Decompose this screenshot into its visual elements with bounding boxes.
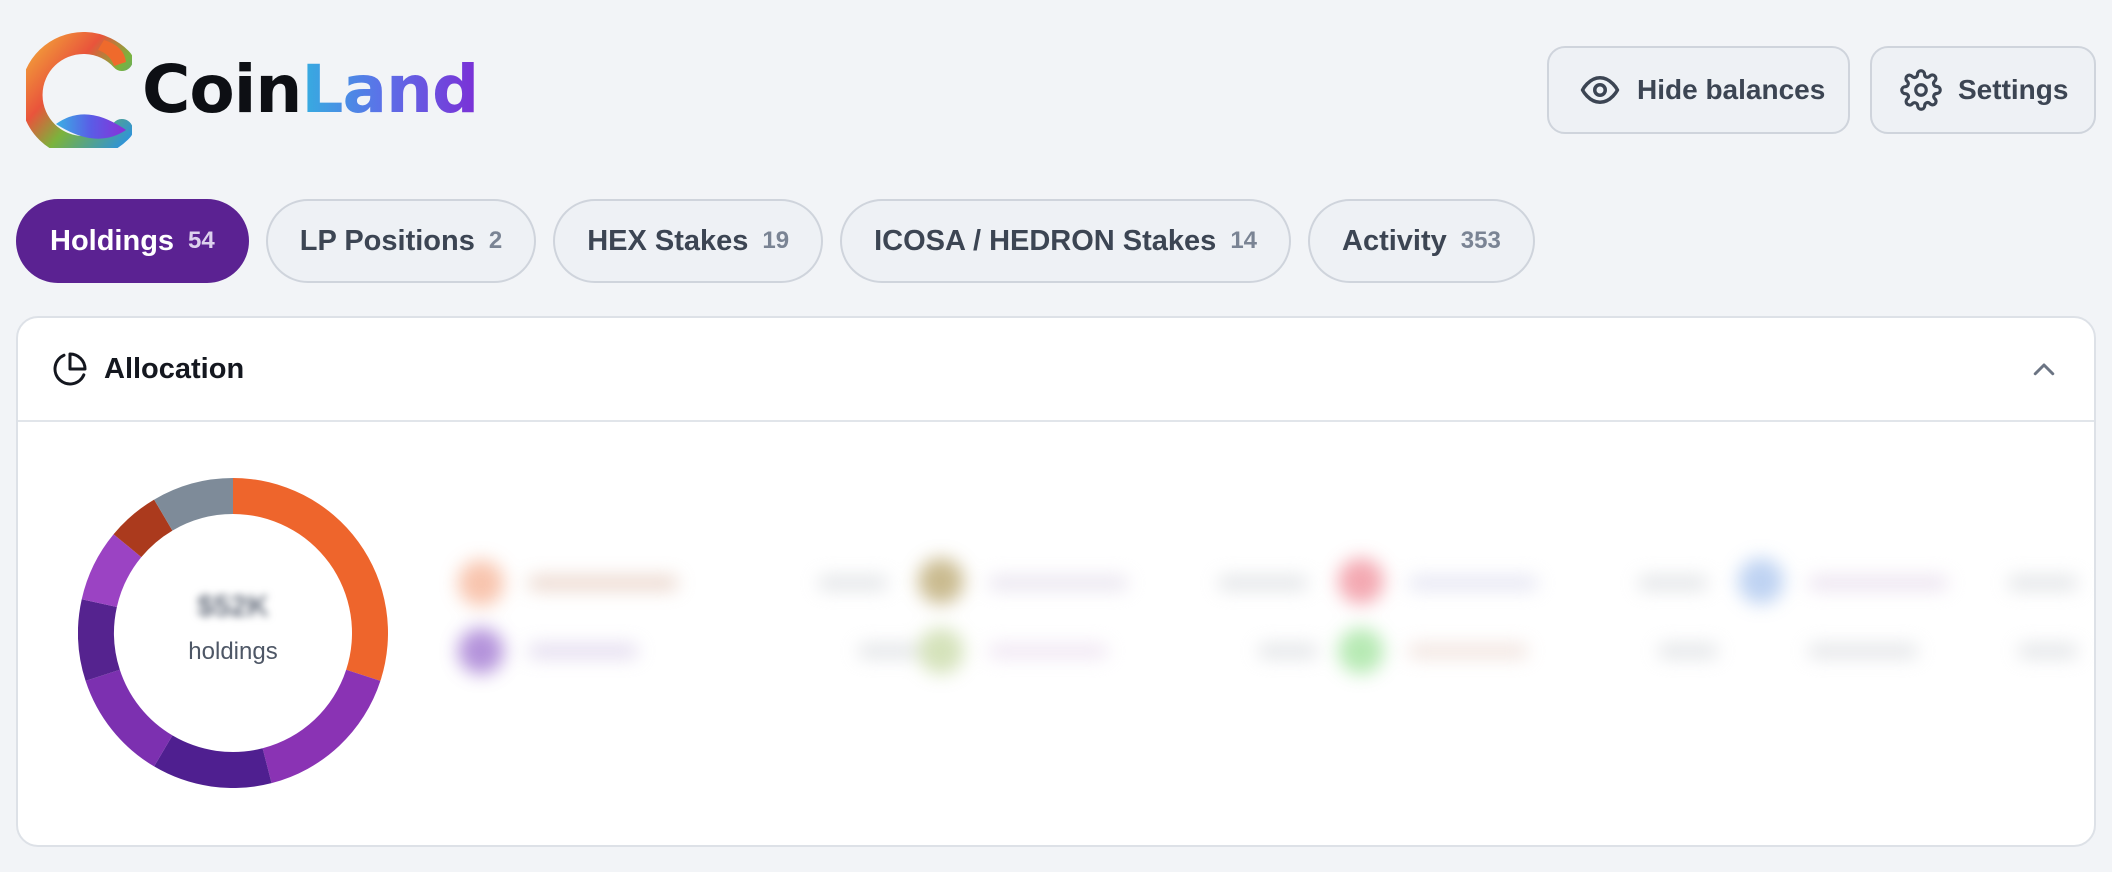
legend-token-text xyxy=(2018,644,2078,658)
app-header: CoinLand Hide balances Settings xyxy=(0,0,2112,180)
allocation-donut: $52K holdings xyxy=(77,478,388,788)
legend-token-text xyxy=(988,576,1128,590)
gear-icon xyxy=(1900,69,1942,111)
legend-token-text xyxy=(2008,576,2078,590)
legend-token-text xyxy=(818,576,888,590)
tab-label: LP Positions xyxy=(299,224,475,257)
legend-token-text xyxy=(528,576,678,590)
legend-token-dot xyxy=(1338,628,1384,674)
brand-logo[interactable]: CoinLand xyxy=(26,32,479,148)
legend-token-text xyxy=(858,644,918,658)
total-holdings-value: $52K xyxy=(197,590,269,623)
tab-lp-positions[interactable]: LP Positions 2 xyxy=(265,199,537,283)
tab-label: Holdings xyxy=(50,224,175,257)
legend-token-text xyxy=(1218,576,1308,590)
legend-group xyxy=(818,548,1178,718)
legend-token-text xyxy=(528,644,638,658)
tab-label: HEX Stakes xyxy=(587,224,749,257)
legend-group xyxy=(1618,548,1978,718)
tab-label: Activity xyxy=(1342,224,1447,257)
legend-token-text xyxy=(1808,576,1948,590)
allocation-card: Allocation $52K holdings xyxy=(16,316,2096,847)
legend-token-dot xyxy=(458,560,504,606)
total-holdings-label: holdings xyxy=(188,638,278,665)
tab-count: 14 xyxy=(1230,227,1258,254)
legend-group xyxy=(1218,548,1578,718)
hide-balances-button[interactable]: Hide balances xyxy=(1547,46,1850,134)
tab-count: 353 xyxy=(1460,227,1501,254)
tab-label: ICOSA / HEDRON Stakes xyxy=(874,224,1217,257)
legend-token-text xyxy=(1658,644,1718,658)
legend-token-dot xyxy=(1738,558,1784,604)
pie-chart-icon xyxy=(52,351,88,387)
tab-icosa-hedron-stakes[interactable]: ICOSA / HEDRON Stakes 14 xyxy=(840,199,1292,283)
chevron-up-icon[interactable] xyxy=(2026,352,2062,388)
tab-hex-stakes[interactable]: HEX Stakes 19 xyxy=(553,199,824,283)
eye-icon xyxy=(1579,69,1621,111)
portfolio-tabs: Holdings 54 LP Positions 2 HEX Stakes 19… xyxy=(16,199,1535,283)
settings-button[interactable]: Settings xyxy=(1870,46,2096,134)
legend-token-text xyxy=(1408,644,1528,658)
legend-token-text xyxy=(1808,644,1918,658)
legend-token-text xyxy=(1408,576,1538,590)
legend-token-text xyxy=(1638,576,1708,590)
legend-token-dot xyxy=(918,558,964,604)
brand-name-coin: Coin xyxy=(142,51,302,128)
tab-count: 2 xyxy=(488,227,503,254)
legend-token-dot xyxy=(458,628,504,674)
legend-group xyxy=(1998,548,2082,718)
brand-name: CoinLand xyxy=(142,57,479,123)
legend-token-text xyxy=(1258,644,1318,658)
coinland-logo-icon xyxy=(26,32,132,148)
brand-name-land: Land xyxy=(301,51,479,128)
legend-token-dot xyxy=(918,628,964,674)
legend-group xyxy=(418,548,778,718)
allocation-header[interactable]: Allocation xyxy=(18,318,2094,422)
donut-center: $52K holdings xyxy=(78,478,388,788)
hide-balances-label: Hide balances xyxy=(1637,74,1826,105)
legend-token-dot xyxy=(1338,558,1384,604)
tab-count: 19 xyxy=(762,227,790,254)
allocation-title: Allocation xyxy=(104,352,245,385)
legend-token-text xyxy=(988,644,1108,658)
allocation-legend xyxy=(418,548,2082,718)
tab-count: 54 xyxy=(188,227,215,254)
settings-label: Settings xyxy=(1958,74,2069,105)
tab-holdings[interactable]: Holdings 54 xyxy=(16,199,249,283)
tab-activity[interactable]: Activity 353 xyxy=(1308,199,1535,283)
